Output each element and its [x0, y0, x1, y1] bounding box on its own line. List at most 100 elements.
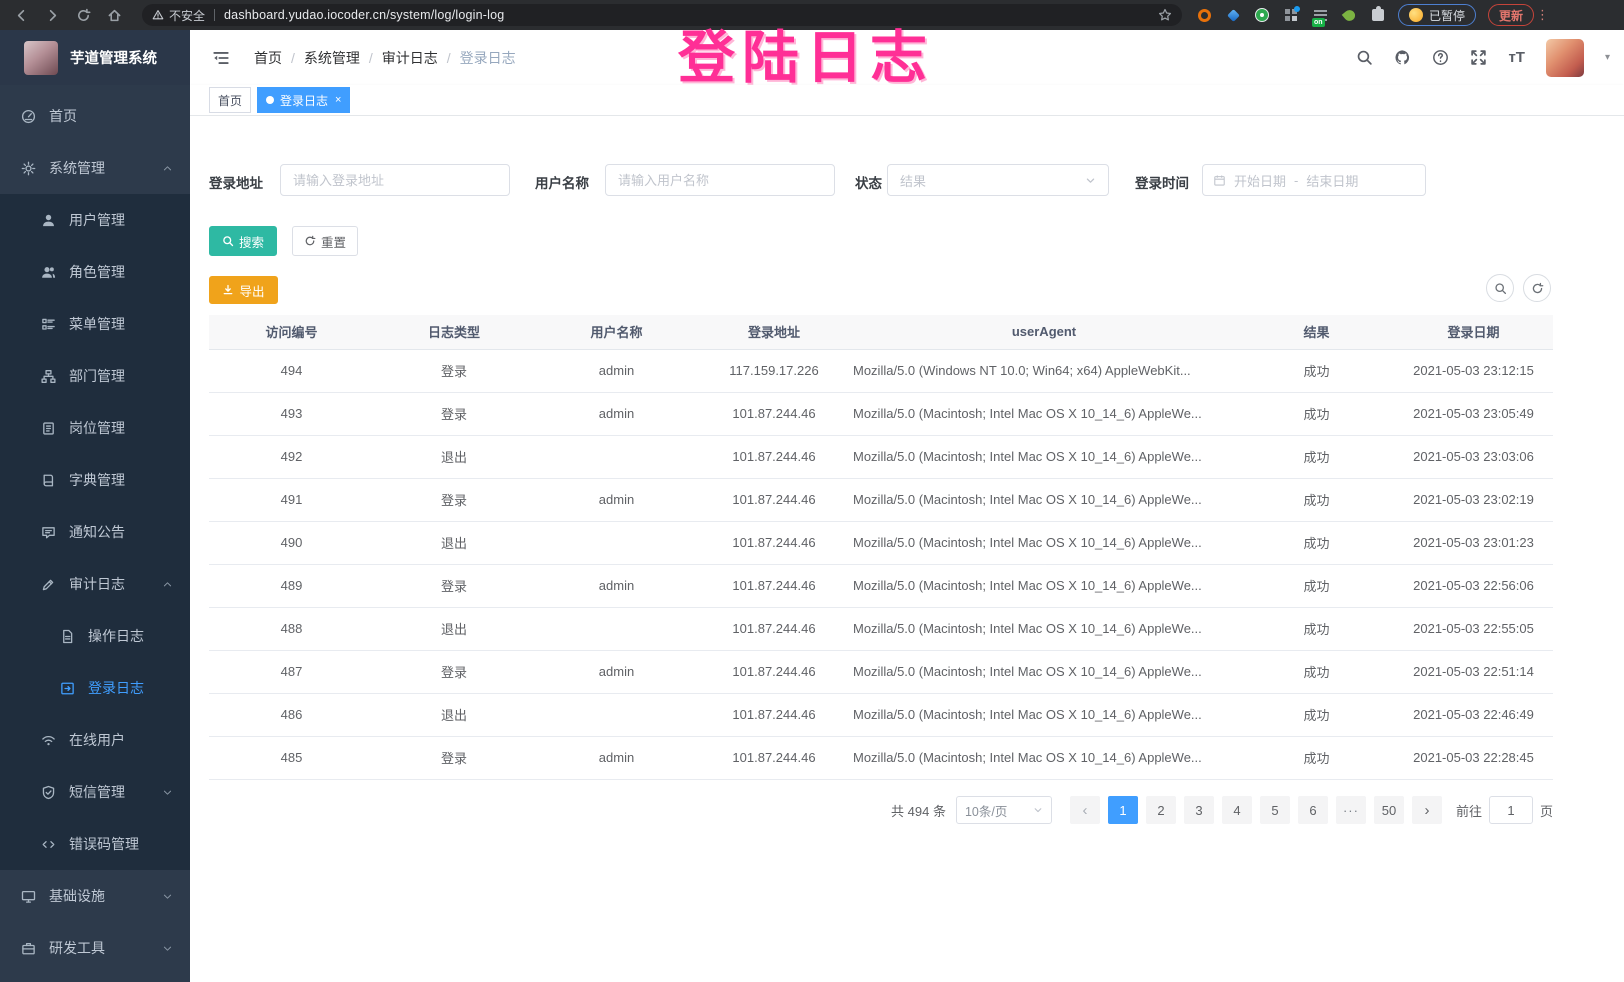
sidebar-item-label: 角色管理: [69, 262, 125, 282]
sidebar-item-dept-management[interactable]: 部门管理: [0, 350, 190, 402]
pager-page-3[interactable]: 3: [1184, 796, 1214, 824]
pager-page-5[interactable]: 5: [1260, 796, 1290, 824]
table-cell: 117.159.17.226: [699, 349, 849, 392]
page-size-select[interactable]: 10条/页: [956, 796, 1052, 824]
extension-list-icon[interactable]: on: [1312, 7, 1328, 23]
extension-orange-icon[interactable]: [1196, 7, 1212, 23]
reload-icon[interactable]: [76, 8, 91, 23]
pager-page-4[interactable]: 4: [1222, 796, 1252, 824]
users-icon: [41, 265, 57, 280]
login-address-input[interactable]: [280, 164, 510, 196]
table-cell: 退出: [374, 521, 534, 564]
security-warning[interactable]: 不安全: [152, 7, 205, 24]
range-separator: -: [1294, 173, 1298, 188]
address-bar[interactable]: 不安全 dashboard.yudao.iocoder.cn/system/lo…: [142, 4, 1182, 26]
sidebar-item-infrastructure[interactable]: 基础设施: [0, 870, 190, 922]
refresh-button[interactable]: [1523, 274, 1551, 302]
sidebar-item-home[interactable]: 首页: [0, 90, 190, 142]
table-cell: 2021-05-03 22:56:06: [1394, 564, 1553, 607]
sidebar-item-user-management[interactable]: 用户管理: [0, 194, 190, 246]
tag-close-icon[interactable]: ×: [335, 94, 341, 106]
sidebar-item-sms-management[interactable]: 短信管理: [0, 766, 190, 818]
fullscreen-icon[interactable]: [1470, 49, 1487, 66]
username-input[interactable]: [605, 164, 835, 196]
forward-icon[interactable]: [45, 8, 60, 23]
bookmark-star-icon[interactable]: [1158, 8, 1172, 22]
breadcrumb-item[interactable]: 审计日志: [382, 48, 438, 68]
pager-more-button[interactable]: ···: [1336, 796, 1366, 824]
user-icon: [41, 213, 57, 228]
search-icon[interactable]: [1356, 49, 1373, 66]
login-time-range-picker[interactable]: 开始日期 - 结束日期: [1202, 164, 1426, 196]
sidebar-item-operation-log[interactable]: 操作日志: [0, 610, 190, 662]
browser-update-button[interactable]: 更新: [1488, 4, 1534, 26]
tag-home[interactable]: 首页: [209, 87, 251, 113]
chevron-down-icon: [1085, 175, 1096, 186]
extension-green-icon[interactable]: [1254, 7, 1270, 23]
table-cell: 101.87.244.46: [699, 392, 849, 435]
sidebar-item-online-users[interactable]: 在线用户: [0, 714, 190, 766]
avatar-caret-icon[interactable]: ▾: [1605, 52, 1610, 63]
online-icon: [41, 733, 57, 748]
chevron-up-icon: [162, 163, 173, 174]
export-button[interactable]: 导出: [209, 276, 278, 304]
sidebar-item-notice-announcement[interactable]: 通知公告: [0, 506, 190, 558]
sidebar-item-login-log[interactable]: 登录日志: [0, 662, 190, 714]
hamburger-icon[interactable]: [212, 49, 230, 67]
extensions-puzzle-icon[interactable]: [1370, 7, 1386, 23]
table-cell: admin: [534, 478, 699, 521]
table-cell: admin: [534, 736, 699, 779]
status-select[interactable]: 结果: [887, 164, 1109, 196]
sidebar-item-post-management[interactable]: 岗位管理: [0, 402, 190, 454]
breadcrumb: 首页/系统管理/审计日志/登录日志: [254, 48, 516, 68]
extension-grid-icon[interactable]: [1283, 7, 1299, 23]
help-icon[interactable]: [1432, 49, 1449, 66]
table-cell: 492: [209, 435, 374, 478]
pager-page-6[interactable]: 6: [1298, 796, 1328, 824]
sidebar-item-dev-tools[interactable]: 研发工具: [0, 922, 190, 974]
extension-sprout-icon[interactable]: [1341, 7, 1357, 23]
sidebar-item-dict-management[interactable]: 字典管理: [0, 454, 190, 506]
user-avatar[interactable]: [1546, 39, 1584, 77]
tag-login-log[interactable]: 登录日志 ×: [257, 87, 350, 113]
sidebar-item-label: 审计日志: [69, 574, 125, 594]
extension-diamond-icon[interactable]: [1225, 7, 1241, 23]
goto-page-input[interactable]: [1489, 796, 1533, 824]
login-log-icon: [60, 681, 76, 696]
chevron-down-icon: [162, 891, 173, 902]
table-cell: admin: [534, 392, 699, 435]
font-size-icon[interactable]: ᴛT: [1508, 49, 1525, 66]
table-cell: 登录: [374, 564, 534, 607]
sidebar-item-audit-log[interactable]: 审计日志: [0, 558, 190, 610]
table-cell: 退出: [374, 693, 534, 736]
sidebar-item-menu-management[interactable]: 菜单管理: [0, 298, 190, 350]
sidebar-item-role-management[interactable]: 角色管理: [0, 246, 190, 298]
toggle-search-button[interactable]: [1486, 274, 1514, 302]
pager-page-1[interactable]: 1: [1108, 796, 1138, 824]
app-logo[interactable]: 芋道管理系统: [0, 30, 190, 85]
sidebar-item-label: 字典管理: [69, 470, 125, 490]
back-icon[interactable]: [14, 8, 29, 23]
breadcrumb-item[interactable]: 首页: [254, 48, 282, 68]
table-body: 494登录admin117.159.17.226Mozilla/5.0 (Win…: [209, 349, 1553, 779]
pager-page-50[interactable]: 50: [1374, 796, 1404, 824]
profile-paused-badge[interactable]: 已暂停: [1398, 4, 1476, 26]
table-cell: 101.87.244.46: [699, 693, 849, 736]
github-icon[interactable]: [1394, 49, 1411, 66]
reset-button[interactable]: 重置: [292, 226, 358, 256]
pager-next-button[interactable]: ›: [1412, 796, 1442, 824]
pager-prev-button[interactable]: ‹: [1070, 796, 1100, 824]
home-icon[interactable]: [107, 8, 122, 23]
browser-menu-icon[interactable]: ⋮: [1536, 7, 1549, 23]
search-button[interactable]: 搜索: [209, 226, 277, 256]
pagination: 共 494 条 10条/页 ‹ 123456···50 › 前往 页: [891, 796, 1553, 824]
table-row: 494登录admin117.159.17.226Mozilla/5.0 (Win…: [209, 349, 1553, 392]
edit-icon: [41, 577, 57, 592]
sidebar-item-system-management[interactable]: 系统管理: [0, 142, 190, 194]
table-cell: 486: [209, 693, 374, 736]
breadcrumb-item[interactable]: 系统管理: [304, 48, 360, 68]
app-title: 芋道管理系统: [70, 47, 157, 68]
pager-page-2[interactable]: 2: [1146, 796, 1176, 824]
table-cell: 490: [209, 521, 374, 564]
sidebar-item-error-code-management[interactable]: 错误码管理: [0, 818, 190, 870]
